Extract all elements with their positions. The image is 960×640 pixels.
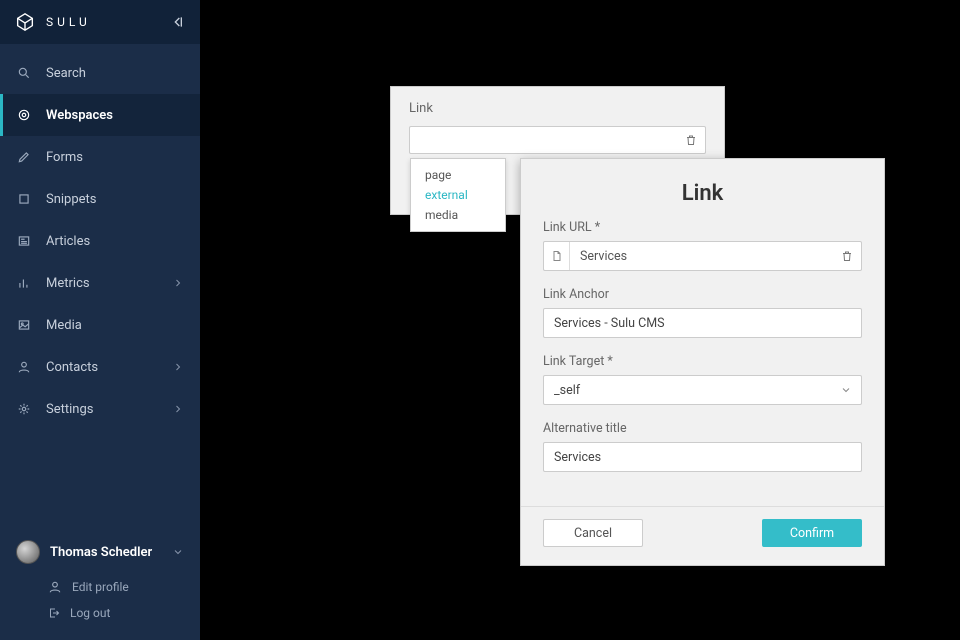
brand[interactable]: SULU: [14, 11, 91, 33]
sidebar-item-label: Media: [46, 318, 82, 333]
label-link-url: Link URL *: [543, 220, 862, 235]
sidebar-item-label: Contacts: [46, 360, 98, 375]
user-name: Thomas Schedler: [50, 545, 152, 560]
brand-logo-icon: [14, 11, 36, 33]
link-type-dropdown: pageexternalmedia: [410, 158, 506, 232]
collapse-sidebar-icon[interactable]: [170, 14, 186, 30]
field-link-url: Link URL * Services: [543, 220, 862, 271]
main-area: Link pageexternalmedia Link Link URL *: [200, 0, 960, 640]
field-link-target: Link Target *: [543, 354, 862, 405]
sidebar-item-label: Search: [46, 66, 86, 81]
cancel-button[interactable]: Cancel: [543, 519, 643, 547]
user-icon: [16, 360, 32, 374]
alternative-title-input[interactable]: [543, 442, 862, 472]
target-icon: [16, 108, 32, 122]
sidebar-item-articles[interactable]: Articles: [0, 220, 200, 262]
sidebar-item-forms[interactable]: Forms: [0, 136, 200, 178]
chevron-right-icon: [172, 403, 184, 415]
link-type-option-page[interactable]: page: [411, 165, 505, 185]
news-icon: [16, 234, 32, 248]
sidebar-item-snippets[interactable]: Snippets: [0, 178, 200, 220]
label-link-target: Link Target *: [543, 354, 862, 369]
trash-icon[interactable]: [841, 250, 853, 262]
field-alternative-title: Alternative title: [543, 421, 862, 472]
sidebar: SULU Search Webspaces Forms Snippets Article…: [0, 0, 200, 640]
brand-name: SULU: [46, 15, 91, 29]
document-icon: [544, 242, 570, 270]
sidebar-item-metrics[interactable]: Metrics: [0, 262, 200, 304]
sidebar-item-contacts[interactable]: Contacts: [0, 346, 200, 388]
user-menu-label: Log out: [70, 606, 110, 620]
label-link-anchor: Link Anchor: [543, 287, 862, 302]
link-target-select[interactable]: [543, 375, 862, 405]
chevron-right-icon: [172, 361, 184, 373]
link-type-option-external[interactable]: external: [411, 185, 505, 205]
sidebar-item-search[interactable]: Search: [0, 52, 200, 94]
mini-link-url-input[interactable]: pageexternalmedia: [409, 126, 706, 154]
link-modal: Link Link URL * Services: [520, 158, 885, 566]
sidebar-item-label: Articles: [46, 234, 90, 249]
link-url-input[interactable]: Services: [543, 241, 862, 271]
logout-icon: [48, 607, 60, 619]
square-icon: [16, 192, 32, 206]
link-anchor-input[interactable]: [543, 308, 862, 338]
link-url-value: Services: [570, 249, 861, 264]
gear-icon: [16, 402, 32, 416]
confirm-button[interactable]: Confirm: [762, 519, 862, 547]
image-icon: [16, 318, 32, 332]
sidebar-item-label: Forms: [46, 150, 83, 165]
sidebar-item-label: Webspaces: [46, 108, 113, 123]
field-link-anchor: Link Anchor: [543, 287, 862, 338]
user-icon: [48, 580, 62, 594]
trash-icon[interactable]: [685, 134, 697, 146]
modal-footer: Cancel Confirm: [521, 506, 884, 565]
pencil-icon: [16, 150, 32, 164]
mini-panel-title: Link: [409, 101, 706, 116]
sidebar-footer: Thomas Schedler Edit profile Log out: [0, 530, 200, 640]
sidebar-item-label: Metrics: [46, 276, 90, 291]
chevron-down-icon: [172, 546, 184, 558]
sidebar-item-label: Settings: [46, 402, 93, 417]
user-menu-log-out[interactable]: Log out: [0, 600, 200, 626]
link-type-option-media[interactable]: media: [411, 205, 505, 225]
avatar: [16, 540, 40, 564]
label-alternative-title: Alternative title: [543, 421, 862, 436]
modal-body: Link URL * Services Link Anchor: [521, 220, 884, 506]
modal-header: Link: [521, 159, 884, 220]
sidebar-item-settings[interactable]: Settings: [0, 388, 200, 430]
sidebar-item-label: Snippets: [46, 192, 97, 207]
sidebar-item-webspaces[interactable]: Webspaces: [0, 94, 200, 136]
modal-title: Link: [521, 181, 884, 206]
bars-icon: [16, 276, 32, 290]
user-menu-label: Edit profile: [72, 580, 129, 594]
sidebar-header: SULU: [0, 0, 200, 44]
nav: Search Webspaces Forms Snippets Articles Metr…: [0, 44, 200, 530]
search-icon: [16, 66, 32, 80]
chevron-right-icon: [172, 277, 184, 289]
sidebar-item-media[interactable]: Media: [0, 304, 200, 346]
user-menu-toggle[interactable]: Thomas Schedler: [0, 530, 200, 574]
user-menu-edit-profile[interactable]: Edit profile: [0, 574, 200, 600]
